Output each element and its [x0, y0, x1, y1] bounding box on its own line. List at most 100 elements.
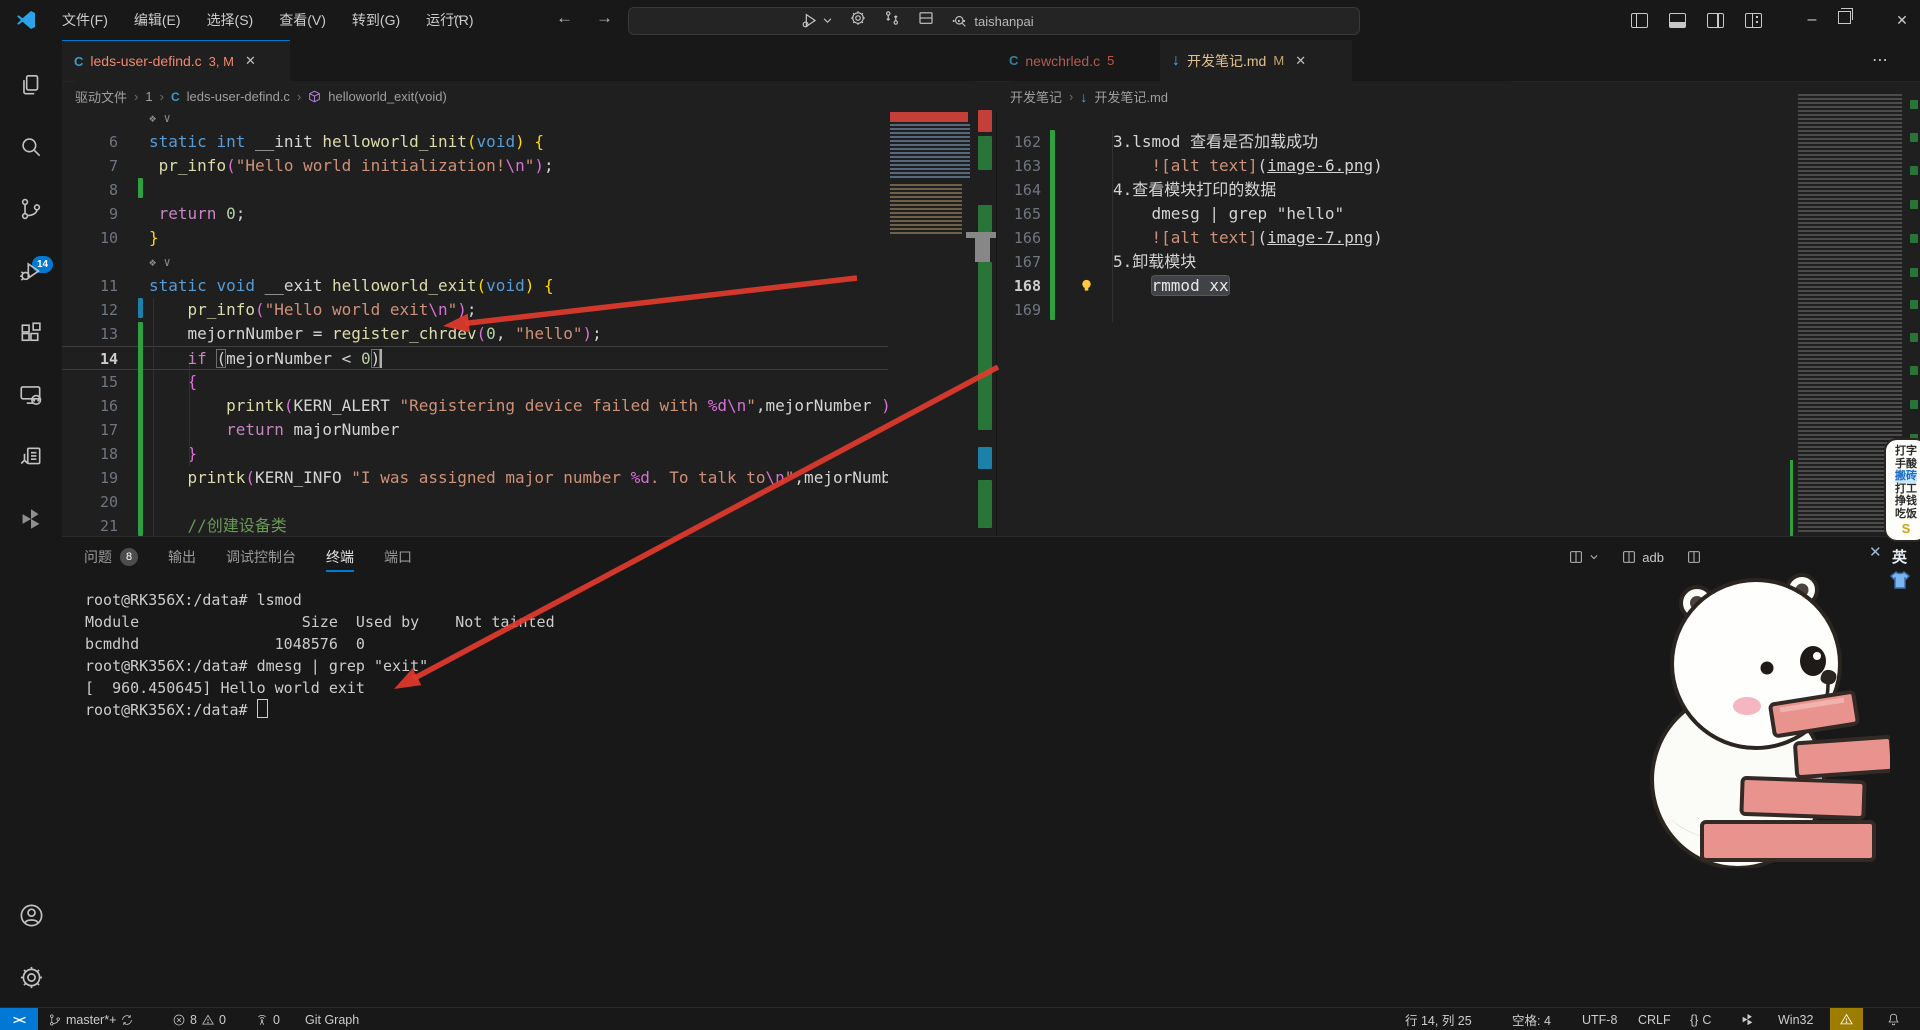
pinwheel-extension-icon[interactable]	[0, 494, 62, 544]
menu-more[interactable]: ⋯	[438, 4, 472, 29]
line-number: 19	[62, 466, 118, 490]
git-graph-label: Git Graph	[305, 1013, 359, 1027]
accounts-icon[interactable]	[0, 890, 62, 940]
menu-item[interactable]: 选择(S)	[197, 6, 264, 34]
breadcrumb-item[interactable]: helloworld_exit(void)	[328, 89, 447, 104]
notifications-bell-icon[interactable]	[1886, 1008, 1901, 1030]
minimap-left[interactable]	[888, 112, 975, 536]
file-icon: ↓	[1080, 89, 1087, 105]
ports-item[interactable]: 0	[255, 1008, 280, 1030]
tab-dev-notes[interactable]: ↓ 开发笔记.md M ✕	[1160, 40, 1352, 81]
os-item[interactable]: Win32	[1778, 1008, 1813, 1030]
menu-item[interactable]: 编辑(E)	[124, 6, 191, 34]
git-branch-item[interactable]: master*+	[48, 1008, 134, 1030]
ruler-mark-add	[978, 136, 992, 170]
menu-item[interactable]: 文件(F)	[52, 6, 118, 34]
symbol-method-icon	[308, 90, 321, 103]
gutter-diff-add	[1050, 130, 1055, 320]
tab-newchrled[interactable]: C newchrled.c 5	[997, 40, 1160, 81]
panel-tab-item[interactable]: 端口	[384, 537, 412, 577]
ime-language-indicator[interactable]: 英	[1892, 546, 1907, 567]
status-bar: >< master*+ 8 0 0 Git Graph 行 14, 列 25 空…	[0, 1007, 1920, 1030]
git-graph-item[interactable]: Git Graph	[305, 1008, 359, 1030]
toggle-secondary-sidebar-icon[interactable]	[1698, 6, 1732, 34]
code-line: 1644.查看模块打印的数据	[997, 178, 1790, 202]
right-editor-more-icon[interactable]: ⋯	[1872, 50, 1888, 70]
code-line: 7 pr_info("Hello world initialization!\n…	[62, 154, 888, 178]
tab-close-icon[interactable]: ✕	[1295, 53, 1306, 69]
ime-close-icon[interactable]: ✕	[1869, 543, 1882, 561]
api-request-icon[interactable]	[0, 432, 62, 482]
nav-back-icon[interactable]: ←	[556, 8, 573, 28]
warning-status-box[interactable]	[1830, 1008, 1863, 1030]
indentation-item[interactable]: 空格: 4	[1512, 1008, 1551, 1030]
customize-layout-icon[interactable]	[1736, 6, 1770, 34]
window-close-button[interactable]: ✕	[1884, 3, 1920, 37]
remote-explorer-icon[interactable]	[0, 370, 62, 420]
panel-tab-active[interactable]: 终端	[326, 537, 354, 577]
panel-tab-item[interactable]: 调试控制台	[226, 537, 296, 577]
line-number: 15	[62, 370, 118, 394]
remote-indicator[interactable]: ><	[0, 1008, 38, 1030]
minimap-slider-stem[interactable]	[975, 238, 990, 262]
terminal-line: bcmdhd 1048576 0	[85, 633, 555, 655]
panel-tab-item[interactable]: 问题8	[84, 537, 138, 577]
editor-more-icon[interactable]: ⋯	[951, 11, 967, 31]
toggle-panel-icon[interactable]	[1660, 6, 1694, 34]
line-number: 10	[62, 226, 118, 250]
breadcrumb-item[interactable]: 1	[145, 89, 152, 104]
run-debug-action-icon[interactable]	[800, 11, 833, 30]
breadcrumb-item[interactable]: 开发笔记.md	[1094, 87, 1168, 106]
settings-gear-icon[interactable]	[0, 952, 62, 1002]
ruler-mark-add	[1910, 366, 1918, 375]
window-restore-button[interactable]	[1838, 11, 1851, 24]
ime-skin-shirt-icon[interactable]	[1888, 570, 1912, 590]
breadcrumb-item[interactable]: leds-user-defind.c	[187, 89, 290, 104]
toggle-sidebar-icon[interactable]	[1622, 6, 1656, 34]
code-line: 168 rmmod xx	[997, 274, 1790, 298]
extensions-icon[interactable]	[0, 308, 62, 358]
terminal-line: [ 960.450645] Hello world exit	[85, 677, 555, 699]
explorer-icon[interactable]	[0, 60, 62, 110]
code-editor-left[interactable]: ❖ ∨6static int __init helloworld_init(vo…	[62, 112, 888, 536]
terminal-new-icon[interactable]	[1568, 549, 1599, 565]
line-number: 166	[997, 226, 1041, 250]
pinwheel-status-icon[interactable]	[1740, 1008, 1755, 1030]
braces-icon: {}	[1690, 1013, 1698, 1027]
menu-item[interactable]: 查看(V)	[269, 6, 336, 34]
cursor-position-item[interactable]: 行 14, 列 25	[1405, 1008, 1472, 1030]
source-control-icon[interactable]	[0, 184, 62, 234]
lightbulb-icon[interactable]	[1079, 276, 1094, 300]
code-text: printk(KERN_INFO "I was assigned major n…	[149, 466, 888, 490]
settings-action-icon[interactable]	[849, 9, 867, 32]
eol-item[interactable]: CRLF	[1638, 1008, 1671, 1030]
ruler-mark-mod	[978, 447, 992, 469]
tab-leds-user-defind[interactable]: C leds-user-defind.c 3, M ✕	[62, 40, 290, 81]
split-editor-icon[interactable]	[917, 9, 935, 32]
run-debug-icon[interactable]	[0, 246, 62, 296]
terminal-output[interactable]: root@RK356X:/data# lsmodModule Size Used…	[85, 589, 555, 721]
sticker-text-row: 吃饭	[1895, 508, 1917, 521]
panel-tab-item[interactable]: 输出	[168, 537, 196, 577]
nav-forward-icon[interactable]: →	[596, 8, 613, 28]
compare-changes-icon[interactable]	[883, 9, 901, 32]
tab-badge: 5	[1107, 53, 1114, 68]
tab-badge: M	[1273, 53, 1284, 68]
markdown-editor-right[interactable]: 1623.lsmod 查看是否加载成功163 ![alt text](image…	[997, 112, 1790, 536]
tab-close-icon[interactable]: ✕	[245, 53, 256, 69]
window-minimize-button[interactable]: –	[1790, 3, 1834, 37]
ruler-mark-add	[1910, 268, 1918, 277]
breadcrumb-item[interactable]: 开发笔记	[1010, 87, 1062, 106]
problems-item[interactable]: 8 0	[172, 1008, 226, 1030]
line-number: 14	[62, 347, 118, 371]
language-mode-item[interactable]: {} C	[1690, 1008, 1711, 1030]
menu-item[interactable]: 转到(G)	[342, 6, 410, 34]
encoding-item[interactable]: UTF-8	[1582, 1008, 1617, 1030]
indent-guide	[153, 298, 154, 536]
sync-icon[interactable]	[120, 1013, 134, 1027]
code-text: }	[149, 226, 159, 250]
breadcrumb-item[interactable]: 驱动文件	[75, 87, 127, 106]
ruler-mark-add	[978, 205, 992, 232]
ruler-mark-add	[1910, 333, 1918, 342]
search-sidebar-icon[interactable]	[0, 122, 62, 172]
